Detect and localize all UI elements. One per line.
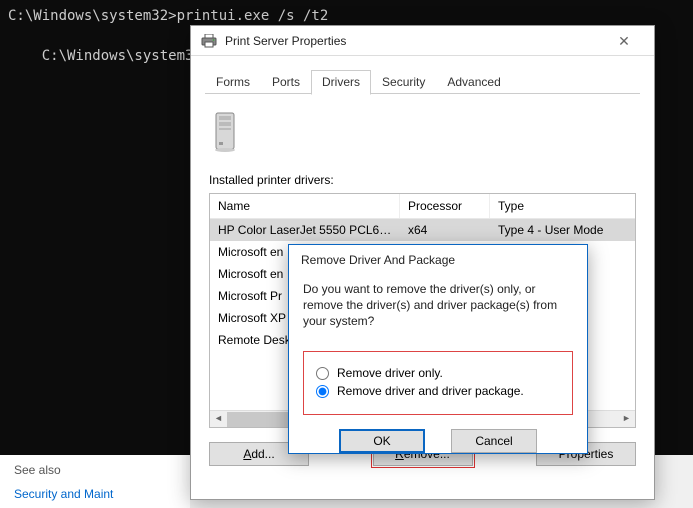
cancel-button[interactable]: Cancel xyxy=(451,429,537,453)
dialog-title: Print Server Properties xyxy=(225,34,604,48)
installed-drivers-label: Installed printer drivers: xyxy=(209,173,636,187)
radio-input[interactable] xyxy=(316,385,329,398)
inner-dialog-title: Remove Driver And Package xyxy=(289,245,587,273)
titlebar[interactable]: Print Server Properties ✕ xyxy=(191,26,654,56)
radio-driver-only[interactable]: Remove driver only. xyxy=(316,366,560,380)
col-type[interactable]: Type xyxy=(490,194,635,218)
ok-button[interactable]: OK xyxy=(339,429,425,453)
control-panel-sidebar: See also Security and Maint xyxy=(0,455,190,508)
see-also-heading: See also xyxy=(14,463,176,477)
server-icon xyxy=(213,112,239,152)
security-link[interactable]: Security and Maint xyxy=(14,487,176,501)
tab-drivers[interactable]: Drivers xyxy=(311,70,371,95)
inner-button-row: OK Cancel xyxy=(303,429,573,453)
radio-input[interactable] xyxy=(316,367,329,380)
table-row[interactable]: HP Color LaserJet 5550 PCL6 Clas... x64 … xyxy=(210,219,635,241)
tab-security[interactable]: Security xyxy=(371,70,436,94)
radio-group: Remove driver only. Remove driver and dr… xyxy=(303,351,573,415)
inner-dialog-body: Do you want to remove the driver(s) only… xyxy=(289,273,587,461)
tab-ports[interactable]: Ports xyxy=(261,70,311,94)
col-processor[interactable]: Processor xyxy=(400,194,490,218)
console-line: C:\Windows\system32>printui.exe /s /t2 xyxy=(8,6,685,26)
tab-advanced[interactable]: Advanced xyxy=(436,70,511,94)
radio-driver-and-package[interactable]: Remove driver and driver package. xyxy=(316,384,560,398)
scroll-right-icon[interactable]: ► xyxy=(618,411,635,428)
printer-icon xyxy=(201,34,217,48)
col-name[interactable]: Name xyxy=(210,194,400,218)
table-header: Name Processor Type xyxy=(210,194,635,219)
remove-driver-dialog: Remove Driver And Package Do you want to… xyxy=(288,244,588,454)
scroll-left-icon[interactable]: ◄ xyxy=(210,411,227,428)
tab-strip: Forms Ports Drivers Security Advanced xyxy=(191,56,654,94)
close-icon[interactable]: ✕ xyxy=(604,27,644,55)
tab-forms[interactable]: Forms xyxy=(205,70,261,94)
inner-dialog-message: Do you want to remove the driver(s) only… xyxy=(303,281,573,329)
